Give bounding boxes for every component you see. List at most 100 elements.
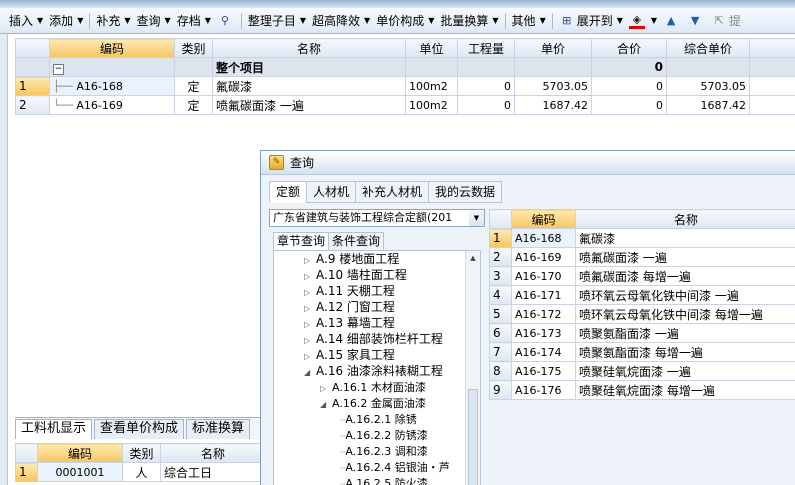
row-number[interactable]: 5: [489, 304, 512, 324]
table-row[interactable]: 5 A16-172 喷环氧云母氧化铁中间漆 每增一遍: [489, 304, 795, 324]
table-row[interactable]: 7 A16-174 喷聚氨酯面漆 每增一遍: [489, 342, 795, 362]
col-header-type[interactable]: 类别: [174, 38, 213, 58]
row-unit-price[interactable]: 5703.05: [666, 76, 750, 96]
tree-item[interactable]: ▷ A.10 墙柱面工程: [274, 267, 480, 283]
table-row[interactable]: 6 A16-173 喷聚氨酯面漆 一遍: [489, 323, 795, 343]
tree-item[interactable]: ┄A.16.2.5 防火漆: [274, 475, 480, 485]
corner-cell[interactable]: [15, 443, 38, 463]
corner-cell[interactable]: [489, 209, 512, 229]
col-header-unit[interactable]: 单位: [405, 38, 458, 58]
tree-item[interactable]: ◢ A.16 油漆涂料裱糊工程: [274, 363, 480, 379]
col-header-code[interactable]: 编码: [37, 443, 123, 463]
row-number[interactable]: 9: [489, 380, 512, 400]
table-row[interactable]: 1 A16-168 氟碳漆: [489, 228, 795, 248]
organize-items-button[interactable]: 整理子目 ▼: [245, 11, 309, 31]
table-row[interactable]: 2 A16-169 喷氟碳面漆 一遍: [489, 247, 795, 267]
table-row[interactable]: 2 └── A16-169 定 喷氟碳面漆 一遍 100m2 0 1687.42…: [15, 95, 795, 115]
row-number[interactable]: 7: [489, 342, 512, 362]
archive-button[interactable]: 存档 ▼: [174, 11, 214, 31]
row-price[interactable]: 5703.05: [514, 76, 592, 96]
row-unit-price[interactable]: 1687.42: [666, 95, 750, 115]
table-row[interactable]: 9 A16-176 喷聚硅氧烷面漆 每增一遍: [489, 380, 795, 400]
col-header-total[interactable]: 合价: [591, 38, 667, 58]
tree-item[interactable]: ▷ A.16.1 木材面油漆: [274, 379, 480, 395]
row-number[interactable]: 4: [489, 285, 512, 305]
row-total[interactable]: 0: [591, 95, 667, 115]
row-number[interactable]: 8: [489, 361, 512, 381]
tree-item[interactable]: ▷ A.11 天棚工程: [274, 283, 480, 299]
tab-supplement-material[interactable]: 补充人材机: [355, 181, 430, 203]
col-header-overflow[interactable]: [749, 38, 795, 58]
row-type[interactable]: 定: [174, 76, 213, 96]
col-header-code[interactable]: 编码: [511, 209, 576, 229]
table-row[interactable]: 3 A16-170 喷氟碳面漆 每增一遍: [489, 266, 795, 286]
move-down-button[interactable]: ▼: [684, 11, 708, 31]
col-header-code[interactable]: 编码: [49, 38, 175, 58]
table-row[interactable]: 1 0001001 人 综合工日: [15, 462, 266, 482]
summary-row[interactable]: − 整个项目 0: [15, 57, 795, 77]
row-name[interactable]: 氟碳漆: [575, 228, 795, 248]
fill-color-button[interactable]: ◈ ▼: [626, 11, 660, 31]
row-name[interactable]: 喷环氧云母氧化铁中间漆 每增一遍: [575, 304, 795, 324]
table-row[interactable]: 4 A16-171 喷环氧云母氧化铁中间漆 一遍: [489, 285, 795, 305]
tab-labor-material[interactable]: 人材机: [306, 181, 357, 203]
height-reduction-button[interactable]: 超高降效 ▼: [309, 11, 373, 31]
tree-item[interactable]: ▷ A.15 家具工程: [274, 347, 480, 363]
scroll-thumb[interactable]: [468, 389, 478, 485]
tree-item[interactable]: ┄A.16.2.2 防锈漆: [274, 427, 480, 443]
row-code[interactable]: A16-172: [511, 304, 576, 324]
col-header-qty[interactable]: 工程量: [457, 38, 515, 58]
row-total[interactable]: 0: [591, 76, 667, 96]
expand-to-button[interactable]: ⊞ 展开到 ▼: [556, 11, 626, 31]
row-number[interactable]: 2: [15, 95, 50, 115]
query-button[interactable]: 查询 ▼: [134, 11, 174, 31]
row-name[interactable]: 喷氟碳面漆 一遍: [575, 247, 795, 267]
tab-chapter-query[interactable]: 章节查询: [273, 232, 330, 251]
row-name[interactable]: 喷聚硅氧烷面漆 一遍: [575, 361, 795, 381]
price-composition-button[interactable]: 单价构成 ▼: [373, 11, 437, 31]
chevron-down-icon[interactable]: ▼: [469, 210, 484, 226]
row-number[interactable]: 1: [15, 76, 50, 96]
summary-name[interactable]: 整个项目: [212, 57, 406, 77]
move-up-button[interactable]: ▲: [660, 11, 684, 31]
row-code[interactable]: A16-170: [511, 266, 576, 286]
row-name[interactable]: 喷环氧云母氧化铁中间漆 一遍: [575, 285, 795, 305]
tree-item[interactable]: ▷ A.12 门窗工程: [274, 299, 480, 315]
row-name[interactable]: 喷聚氨酯面漆 每增一遍: [575, 342, 795, 362]
scroll-up-icon[interactable]: ▲: [466, 251, 480, 266]
tree-item[interactable]: ┄A.16.2.3 调和漆: [274, 443, 480, 459]
row-number[interactable]: 1: [489, 228, 512, 248]
row-code[interactable]: A16-173: [511, 323, 576, 343]
row-code[interactable]: A16-169: [511, 247, 576, 267]
table-row[interactable]: 8 A16-175 喷聚硅氧烷面漆 一遍: [489, 361, 795, 381]
row-qty[interactable]: 0: [457, 95, 515, 115]
add-button[interactable]: 添加 ▼: [46, 11, 86, 31]
tab-quota[interactable]: 定额: [269, 181, 308, 203]
tree-item[interactable]: ┄A.16.2.4 铝银油・芦: [274, 459, 480, 475]
row-price[interactable]: 1687.42: [514, 95, 592, 115]
other-button[interactable]: 其他 ▼: [509, 11, 549, 31]
row-name[interactable]: 喷氟碳面漆 每增一遍: [575, 266, 795, 286]
row-code[interactable]: └── A16-169: [49, 95, 175, 115]
row-name[interactable]: 喷氟碳面漆 一遍: [212, 95, 406, 115]
row-code[interactable]: A16-168: [511, 228, 576, 248]
tree-item[interactable]: ◢ A.16.2 金属面油漆: [274, 395, 480, 411]
row-unit[interactable]: 100m2: [405, 95, 458, 115]
batch-convert-button[interactable]: 批量换算 ▼: [437, 11, 501, 31]
tree-item[interactable]: ┄A.16.2.1 除锈: [274, 411, 480, 427]
row-number[interactable]: 1: [15, 462, 38, 482]
tree-scrollbar[interactable]: ▲: [465, 251, 480, 485]
row-number[interactable]: 2: [489, 247, 512, 267]
row-type[interactable]: 人: [122, 462, 161, 482]
row-type[interactable]: 定: [174, 95, 213, 115]
tree-item[interactable]: ▷ A.9 楼地面工程: [274, 251, 480, 267]
col-header-price[interactable]: 单价: [514, 38, 592, 58]
row-code[interactable]: A16-174: [511, 342, 576, 362]
row-name[interactable]: 综合工日: [160, 462, 266, 482]
library-select[interactable]: 广东省建筑与装饰工程综合定额(201 ▼: [269, 209, 485, 227]
tab-price-composition[interactable]: 查看单价构成: [94, 419, 185, 439]
row-code[interactable]: A16-171: [511, 285, 576, 305]
tree-item[interactable]: ▷ A.13 幕墙工程: [274, 315, 480, 331]
row-number[interactable]: 6: [489, 323, 512, 343]
tab-material-display[interactable]: 工料机显示: [15, 419, 93, 439]
